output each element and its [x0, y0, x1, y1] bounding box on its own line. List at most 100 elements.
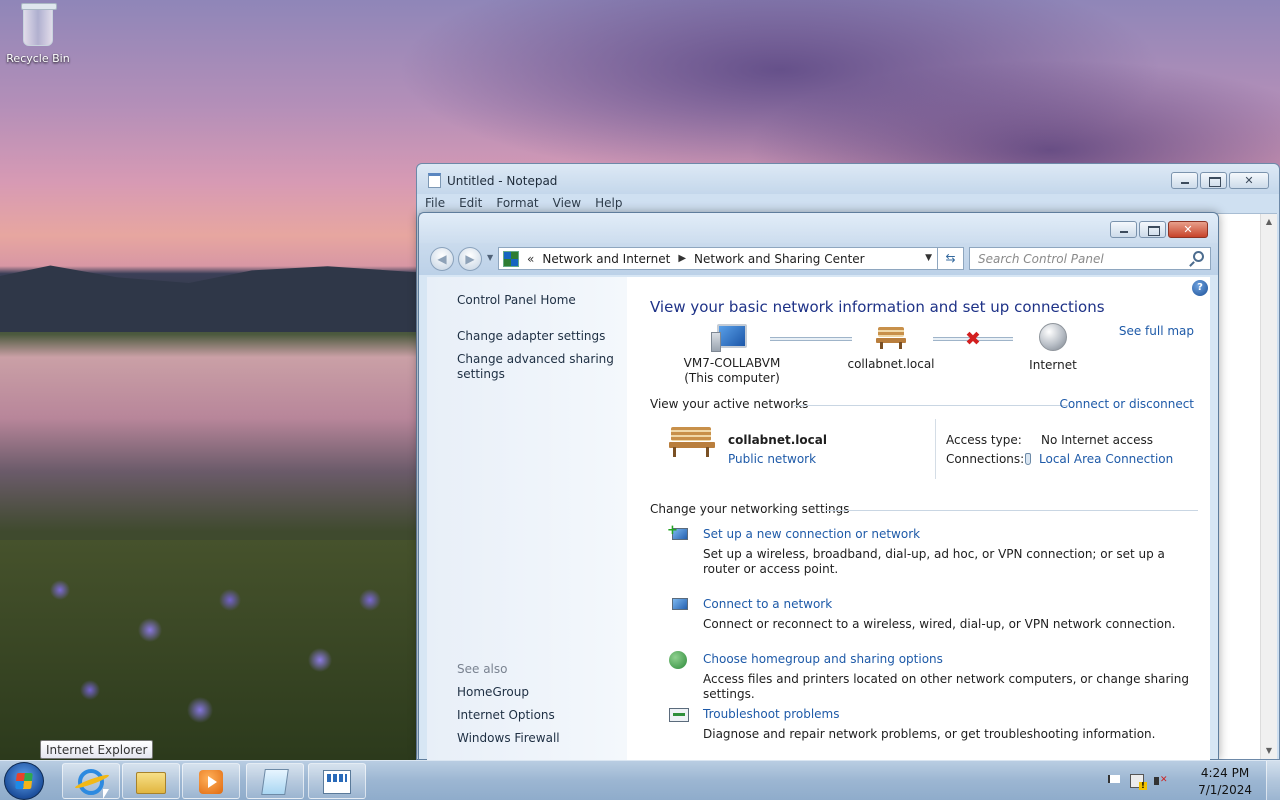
link-change-adapter-settings[interactable]: Change adapter settings — [457, 329, 605, 344]
system-clock[interactable]: 4:24 PM 7/1/2024 — [1198, 765, 1252, 799]
taskbar-tooltip: Internet Explorer — [40, 740, 154, 759]
map-node-computer[interactable]: VM7-COLLABVM (This computer) — [672, 324, 792, 386]
notepad-icon — [428, 173, 441, 188]
media-player-icon — [199, 770, 223, 794]
troubleshoot-icon — [667, 705, 689, 725]
network-adapter-icon — [1025, 453, 1031, 465]
left-task-pane: Control Panel Home Change adapter settin… — [427, 277, 627, 761]
task-description: Set up a wireless, broadband, dial-up, a… — [703, 547, 1165, 576]
show-desktop-button[interactable] — [1266, 761, 1280, 800]
breadcrumb-network-sharing-center[interactable]: Network and Sharing Center — [694, 252, 865, 266]
see-full-map-link[interactable]: See full map — [1119, 324, 1194, 338]
notepad-titlebar[interactable]: Untitled - Notepad — [417, 164, 1279, 194]
nsc-titlebar[interactable] — [419, 213, 1218, 247]
change-settings-heading: Change your networking settings — [650, 502, 850, 516]
recycle-bin-icon — [21, 3, 57, 46]
forward-button[interactable]: ▶ — [458, 247, 482, 271]
page-title: View your basic network information and … — [650, 298, 1105, 316]
task-link[interactable]: Set up a new connection or network — [703, 527, 920, 541]
access-type-label: Access type: — [946, 433, 1022, 447]
link-change-advanced-sharing[interactable]: Change advanced sharing settings — [457, 352, 617, 382]
menu-edit[interactable]: Edit — [459, 196, 482, 210]
notepad-icon — [261, 769, 289, 795]
connections-label: Connections: — [946, 452, 1025, 466]
task-link[interactable]: Choose homegroup and sharing options — [703, 652, 943, 666]
connect-or-disconnect-link[interactable]: Connect or disconnect — [1059, 397, 1194, 411]
nsc-maximize-button[interactable] — [1139, 221, 1166, 238]
nsc-close-button[interactable] — [1168, 221, 1208, 238]
mouse-cursor-icon — [103, 789, 109, 799]
desktop-icon-recycle-bin[interactable]: Recycle Bin — [4, 3, 72, 65]
broken-connection-icon[interactable]: ✖ — [965, 330, 981, 349]
active-network-bench-icon — [669, 427, 715, 457]
search-input[interactable]: Search Control Panel — [969, 247, 1211, 270]
desktop-icon-label: Recycle Bin — [6, 52, 70, 65]
new-connection-icon: + — [667, 523, 689, 545]
notepad-minimize-button[interactable] — [1171, 172, 1198, 189]
task-description: Access files and printers located on oth… — [703, 672, 1189, 701]
refresh-button[interactable]: ⇆ — [938, 247, 964, 270]
connect-network-icon — [667, 595, 689, 615]
search-placeholder: Search Control Panel — [978, 252, 1104, 266]
menu-help[interactable]: Help — [595, 196, 622, 210]
notepad-close-button[interactable] — [1229, 172, 1269, 189]
back-button[interactable]: ◀ — [430, 247, 454, 271]
map-node-collabnet[interactable]: collabnet.local — [841, 327, 941, 372]
section-divider — [794, 405, 1068, 406]
notepad-title: Untitled - Notepad — [447, 174, 558, 188]
notepad-maximize-button[interactable] — [1200, 172, 1227, 189]
link-homegroup[interactable]: HomeGroup — [457, 685, 529, 700]
map-connection-line — [770, 337, 852, 341]
active-network-name: collabnet.local — [728, 433, 827, 447]
scroll-up-arrow-icon[interactable]: ▲ — [1261, 214, 1277, 230]
breadcrumb-separator-icon[interactable]: ▶ — [678, 253, 686, 264]
breadcrumb-overflow[interactable]: « — [527, 252, 534, 266]
link-control-panel-home[interactable]: Control Panel Home — [457, 293, 576, 308]
taskbar-media-player[interactable] — [182, 763, 240, 799]
link-internet-options[interactable]: Internet Options — [457, 708, 555, 723]
main-content: ? View your basic network information an… — [627, 277, 1210, 761]
map-node-sublabel: (This computer) — [684, 371, 780, 385]
address-bar[interactable]: « Network and Internet ▶ Network and Sha… — [498, 247, 938, 270]
link-windows-firewall[interactable]: Windows Firewall — [457, 731, 560, 746]
breadcrumb-network-and-internet[interactable]: Network and Internet — [542, 252, 670, 266]
menu-view[interactable]: View — [553, 196, 581, 210]
network-type-link[interactable]: Public network — [728, 452, 816, 466]
address-dropdown-icon[interactable]: ▼ — [925, 248, 932, 269]
menu-file[interactable]: File — [425, 196, 445, 210]
scroll-down-arrow-icon[interactable]: ▼ — [1261, 743, 1277, 759]
local-area-connection-link[interactable]: Local Area Connection — [1025, 452, 1173, 466]
volume-muted-icon[interactable] — [1154, 774, 1168, 788]
taskbar-windows-explorer[interactable] — [122, 763, 180, 799]
taskbar-internet-explorer[interactable] — [62, 763, 120, 799]
task-link[interactable]: Connect to a network — [703, 597, 832, 611]
bench-network-icon — [876, 327, 906, 349]
action-center-flag-icon[interactable] — [1106, 774, 1120, 788]
nsc-minimize-button[interactable] — [1110, 221, 1137, 238]
notepad-vertical-scrollbar[interactable]: ▲ ▼ — [1260, 214, 1277, 759]
map-node-internet[interactable]: Internet — [1013, 323, 1093, 373]
taskbar-control-panel[interactable] — [308, 763, 366, 799]
notepad-menubar: File Edit Format View Help — [425, 194, 622, 212]
map-node-label: Internet — [1029, 358, 1077, 372]
computer-icon — [711, 324, 747, 352]
map-node-label: VM7-COLLABVM — [683, 356, 781, 370]
connections-value: Local Area Connection — [1039, 452, 1174, 466]
wallpaper-flowers — [0, 540, 420, 760]
recent-pages-dropdown[interactable]: ▼ — [487, 253, 493, 262]
clock-time: 4:24 PM — [1200, 766, 1250, 780]
help-icon[interactable]: ? — [1192, 280, 1208, 296]
menu-format[interactable]: Format — [496, 196, 538, 210]
internet-explorer-icon — [78, 769, 104, 795]
task-link[interactable]: Troubleshoot problems — [703, 707, 839, 721]
taskbar-notepad[interactable] — [246, 763, 304, 799]
access-type-value: No Internet access — [1041, 433, 1154, 447]
search-icon[interactable] — [1193, 251, 1204, 262]
active-networks-heading: View your active networks — [650, 397, 809, 411]
network-warning-icon[interactable] — [1130, 774, 1147, 790]
globe-icon — [1039, 323, 1067, 351]
see-also-heading: See also — [457, 662, 508, 676]
control-panel-icon — [503, 250, 519, 267]
task-description: Connect or reconnect to a wireless, wire… — [703, 617, 1176, 631]
start-button[interactable] — [4, 762, 44, 800]
